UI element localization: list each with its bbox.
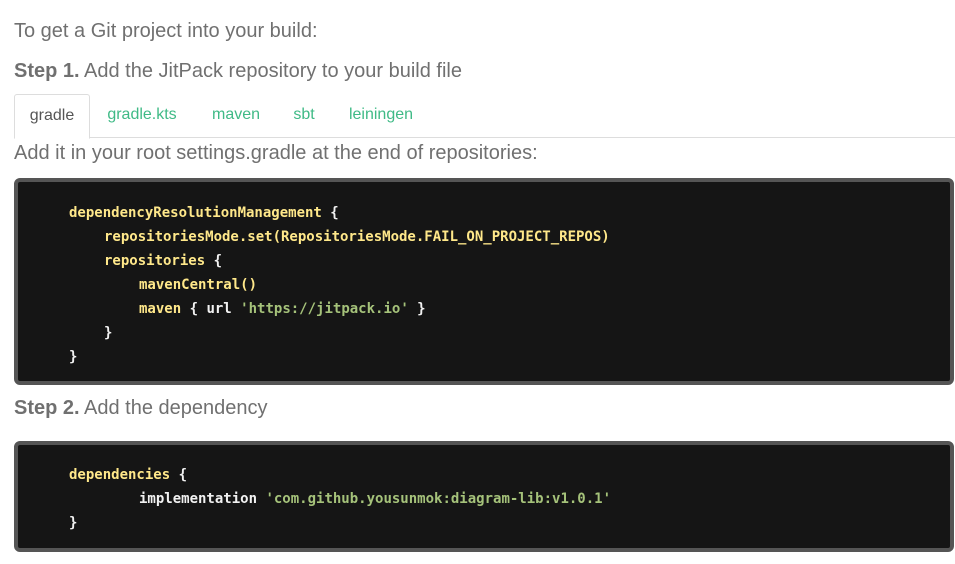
step-1-heading: Step 1. Add the JitPack repository to yo… [14, 59, 462, 83]
repository-code-block[interactable]: dependencyResolutionManagement { reposit… [14, 178, 954, 385]
tab-gradle-kts[interactable]: gradle.kts [98, 94, 186, 138]
code-line: maven { url 'https://jitpack.io' } [139, 301, 426, 317]
code-line: dependencyResolutionManagement { [69, 205, 339, 221]
code-line: } [104, 325, 113, 341]
tab-leiningen[interactable]: leiningen [341, 94, 421, 138]
tab-maven[interactable]: maven [201, 94, 271, 138]
intro-text: To get a Git project into your build: [14, 20, 318, 42]
code-line: dependencies { [69, 467, 188, 483]
code-line: } [69, 515, 78, 531]
code-line: } [69, 349, 78, 365]
code-line: implementation 'com.github.yousunmok:dia… [139, 491, 612, 507]
step-2-text: Add the dependency [79, 397, 268, 419]
code-line: repositories { [104, 253, 223, 269]
tab-sbt[interactable]: sbt [284, 94, 324, 138]
dependency-code-block[interactable]: dependencies { implementation 'com.githu… [14, 441, 954, 552]
instruction-note: Add it in your root settings.gradle at t… [14, 142, 538, 164]
tab-gradle[interactable]: gradle [14, 94, 90, 139]
step-1-label: Step 1. [14, 60, 80, 82]
step-2-heading: Step 2. Add the dependency [14, 396, 268, 420]
code-line: mavenCentral() [139, 277, 258, 293]
step-1-text: Add the JitPack repository to your build… [79, 60, 462, 82]
build-tool-tabs: gradle gradle.kts maven sbt leiningen [14, 94, 955, 139]
step-2-label: Step 2. [14, 397, 80, 419]
code-line: repositoriesMode.set(RepositoriesMode.FA… [104, 229, 610, 245]
